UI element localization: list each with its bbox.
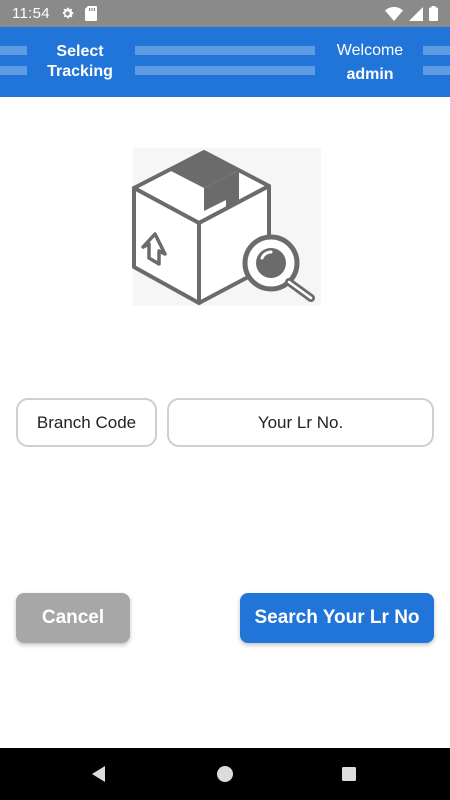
branch-code-input[interactable] [16,398,157,447]
battery-icon [429,6,438,21]
user-name: admin [346,66,394,83]
status-bar: 11:54 [0,0,450,27]
welcome-label: Welcome [336,42,404,59]
status-time: 11:54 [12,5,50,22]
header-stripe [423,46,450,55]
header-stripe [135,66,315,75]
lr-number-input[interactable] [167,398,434,447]
header-stripe [423,66,450,75]
header-stripe [0,46,27,55]
package-search-icon [131,148,321,308]
recents-icon[interactable] [339,764,359,784]
cancel-button[interactable]: Cancel [16,593,130,643]
gear-icon [60,6,75,21]
signal-icon [409,6,423,21]
system-nav-bar [0,748,450,800]
sd-card-icon [84,6,97,21]
header-stripe [0,66,27,75]
back-icon[interactable] [89,764,109,784]
header-title: Select Tracking [47,43,113,80]
tracking-screen: 11:54 Select Tracking Welcome admin Bran… [0,0,450,800]
header-user-block: Welcome admin [320,39,420,87]
search-lr-button[interactable]: Search Your Lr No [240,593,434,643]
wifi-icon [385,6,403,21]
app-header: Select Tracking Welcome admin [0,27,450,97]
home-icon[interactable] [215,764,235,784]
header-stripe [135,46,315,55]
